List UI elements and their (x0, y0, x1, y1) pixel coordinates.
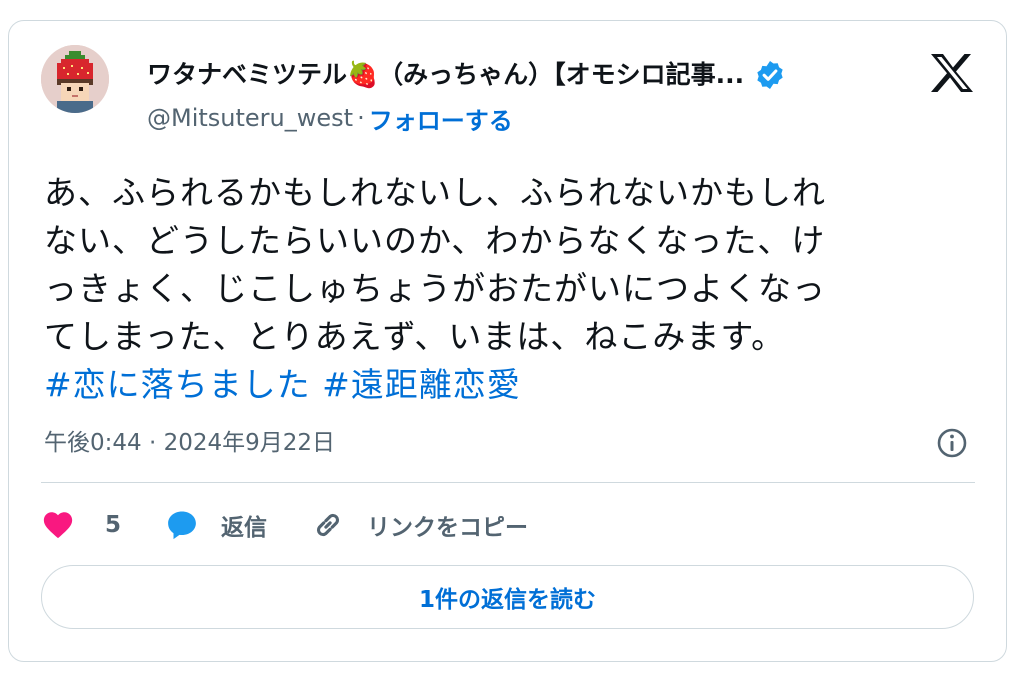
tweet-text-line: っきょく、じこしゅちょうがおたがいにつよくなっ (44, 269, 826, 308)
author-display-name[interactable]: ワタナベミツテル🍓（みっちゃん）【オモシロ記事... (147, 58, 744, 92)
tweet-text-line: あ、ふられるかもしれないし、ふられないかもしれ (44, 173, 826, 212)
tweet-text-line: てしまった、とりあえず、いまは、ねこみます。 (44, 317, 786, 356)
hashtag-link[interactable]: #遠距離恋愛 (322, 365, 521, 404)
tweet-text: あ、ふられるかもしれないし、ふられないかもしれ ない、どうしたらいいのか、わから… (44, 169, 979, 409)
read-replies-button[interactable]: 1件の返信を読む (41, 565, 974, 629)
follow-button[interactable]: フォローする (369, 101, 513, 136)
info-icon[interactable] (936, 427, 968, 459)
author-name-row: ワタナベミツテル🍓（みっちゃん）【オモシロ記事... (147, 57, 907, 93)
tweet-card: ワタナベミツテル🍓（みっちゃん）【オモシロ記事... @Mitsuteru_we… (8, 20, 1007, 662)
author-handle[interactable]: @Mitsuteru_west (147, 104, 353, 132)
avatar-image (41, 45, 109, 113)
hashtag-link[interactable]: #恋に落ちました (44, 365, 311, 404)
speech-bubble-icon (168, 511, 196, 540)
copy-link-label: リンクをコピー (367, 515, 529, 541)
copy-link-button[interactable]: リンクをコピー (311, 508, 528, 542)
reply-button[interactable]: 返信 (165, 508, 267, 542)
tweet-timestamp[interactable]: 午後0:44 · 2024年9月22日 (44, 426, 335, 460)
reply-label: 返信 (221, 515, 268, 541)
x-logo-icon[interactable] (930, 53, 974, 93)
like-count: 5 (105, 512, 122, 538)
author-handle-row: @Mitsuteru_west · フォローする (147, 101, 513, 135)
avatar[interactable] (41, 45, 109, 113)
hashtag-row: #恋に落ちました #遠距離恋愛 (44, 361, 979, 409)
separator-dot: · (357, 104, 365, 132)
tweet-text-line: ない、どうしたらいいのか、わからなくなった、け (44, 221, 826, 260)
like-button[interactable]: 5 (41, 508, 121, 542)
heart-icon (43, 512, 73, 539)
verified-badge-icon (757, 61, 783, 89)
link-icon (316, 513, 340, 537)
divider (41, 482, 975, 483)
action-bar: 5 返信 リンクをコピー (41, 505, 572, 545)
